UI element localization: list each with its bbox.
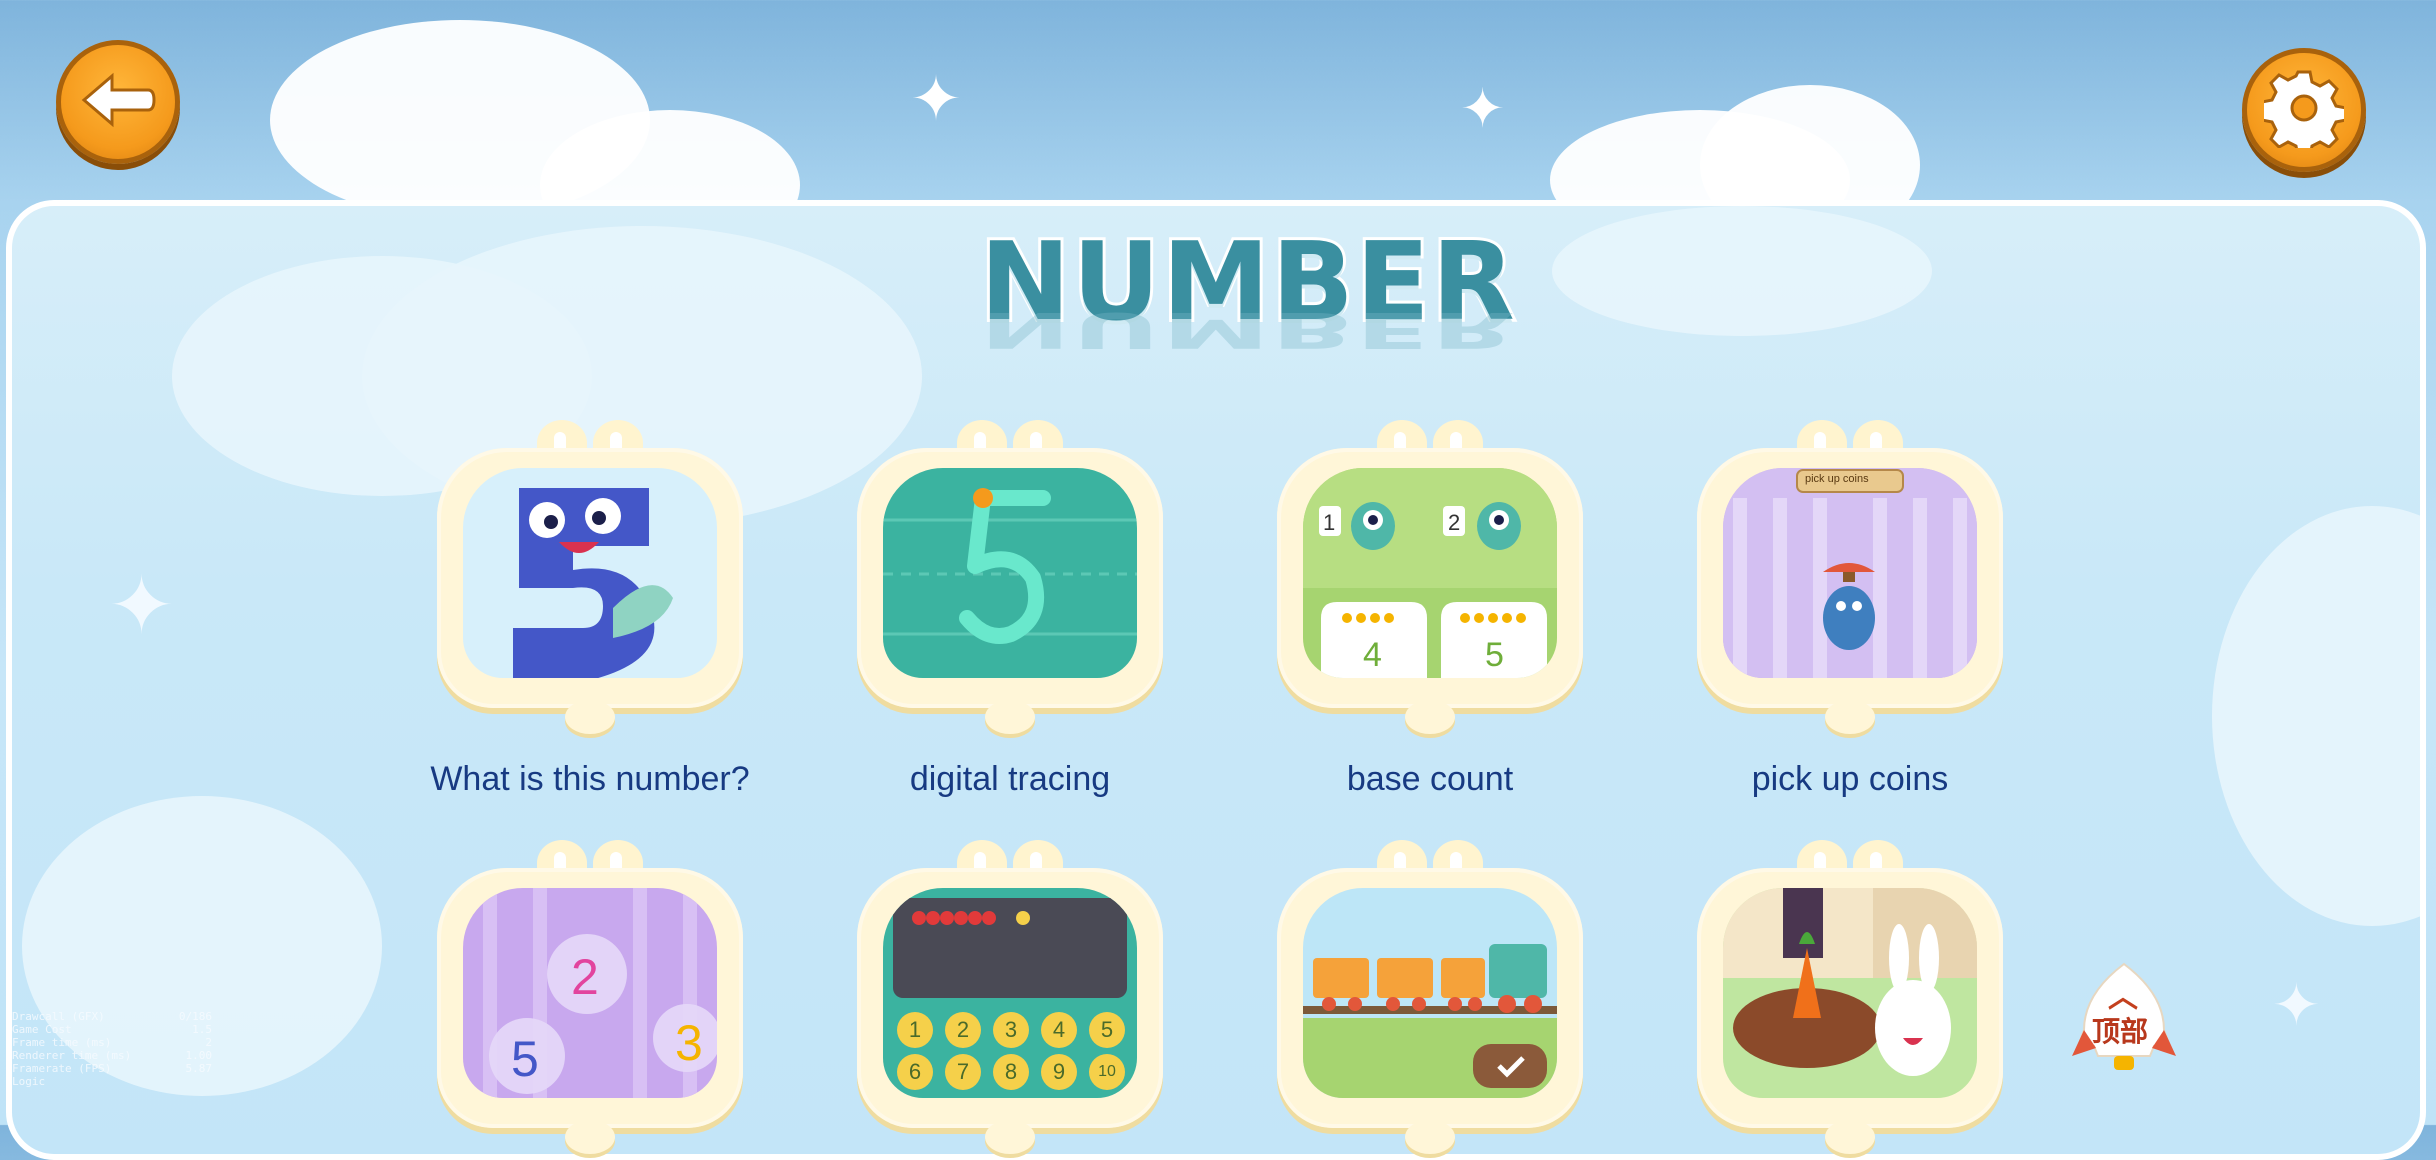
- keypad-key: 4: [1041, 1012, 1077, 1048]
- keypad-key: 6: [897, 1054, 933, 1090]
- top-button-label: 顶部: [2092, 1015, 2149, 1048]
- sparkle-icon: ✦: [910, 62, 962, 135]
- scroll-to-top-button[interactable]: ︿ 顶部: [2068, 960, 2180, 1072]
- card-knob: [985, 700, 1035, 734]
- card5-n2: 5: [511, 1031, 539, 1087]
- card-knob: [1825, 1120, 1875, 1154]
- debug-stats: Drawcall (GFX) 0/186 Game Cost 1.5 Frame t…: [12, 1010, 212, 1088]
- sparkle-icon: ✦: [1460, 77, 1506, 140]
- card-knob: [1405, 1120, 1455, 1154]
- game-card-number-bubbles[interactable]: 2 5 3: [437, 840, 743, 1154]
- game-label: What is this number?: [430, 760, 750, 798]
- card-knob: [1405, 700, 1455, 734]
- monster-count-icon: 1 2 4 5: [1303, 468, 1557, 678]
- game-card-base-count[interactable]: 1 2 4 5: [1277, 420, 1583, 734]
- keypad-key: 2: [945, 1012, 981, 1048]
- keypad-key: 10: [1089, 1054, 1125, 1090]
- card3-num1: 1: [1323, 510, 1336, 535]
- card3-count1: 4: [1363, 636, 1382, 674]
- card-knob: [985, 1120, 1035, 1154]
- game-label: digital tracing: [909, 760, 1111, 798]
- debug-row: Drawcall (GFX) 0/186: [12, 1010, 212, 1023]
- card-knob: [565, 1120, 615, 1154]
- debug-row: Frame time (ms) 2: [12, 1036, 212, 1049]
- game-card-pick-up-coins[interactable]: pick up coins: [1697, 420, 2003, 734]
- keypad-key: 8: [993, 1054, 1029, 1090]
- keypad: 1 2 3 4 5 6 7 8 9 10: [891, 1012, 1131, 1090]
- debug-row: Game Cost 1.5: [12, 1023, 212, 1036]
- background-cloud: [1552, 206, 1932, 336]
- back-arrow-icon: [78, 70, 158, 135]
- card3-num2: 2: [1448, 510, 1461, 535]
- pick-up-coins-icon: pick up coins: [1723, 468, 1977, 678]
- card5-n3: 3: [675, 1015, 703, 1071]
- back-button[interactable]: [56, 40, 180, 164]
- keypad-key: 7: [945, 1054, 981, 1090]
- game-label: base count: [1346, 760, 1514, 798]
- card4-sign: pick up coins: [1805, 473, 1869, 485]
- keypad-key: 9: [1041, 1054, 1077, 1090]
- number-five-character-icon: [463, 468, 717, 678]
- game-card-digital-tracing[interactable]: [857, 420, 1163, 734]
- tracing-five-icon: [883, 468, 1137, 678]
- background-cloud: [2212, 506, 2420, 926]
- keypad-key: 5: [1089, 1012, 1125, 1048]
- page-title: NUMBER NUMBER: [977, 217, 1518, 410]
- rabbit-carrot-basket-icon: [1723, 888, 1977, 1098]
- game-card-keypad[interactable]: 1 2 3 4 5 6 7 8 9 10: [857, 840, 1163, 1154]
- keypad-key: 3: [993, 1012, 1029, 1048]
- game-label: pick up coins: [1751, 760, 1949, 798]
- game-card-what-is-this-number[interactable]: [437, 420, 743, 734]
- debug-row: Logic: [12, 1075, 46, 1088]
- title-reflection: NUMBER: [980, 301, 1517, 358]
- sparkle-icon: ✦: [2272, 971, 2321, 1039]
- card5-n1: 2: [571, 949, 599, 1005]
- card-knob: [1825, 700, 1875, 734]
- number-bubbles-icon: 2 5 3: [463, 888, 717, 1098]
- debug-row: Framerate (FPS) 5.87: [12, 1062, 212, 1075]
- keypad-key: 1: [897, 1012, 933, 1048]
- card-knob: [565, 700, 615, 734]
- game-card-rabbit-carrot[interactable]: [1697, 840, 2003, 1154]
- train-icon: [1303, 888, 1557, 1098]
- debug-row: Renderer time (ms) 1.00: [12, 1049, 212, 1062]
- gear-icon: [2260, 68, 2348, 157]
- settings-button[interactable]: [2242, 48, 2366, 172]
- sparkle-icon: ✦: [108, 559, 176, 652]
- game-card-train[interactable]: [1277, 840, 1583, 1154]
- keypad-board-icon: 1 2 3 4 5 6 7 8 9 10: [883, 888, 1137, 1098]
- card3-count2: 5: [1485, 636, 1504, 674]
